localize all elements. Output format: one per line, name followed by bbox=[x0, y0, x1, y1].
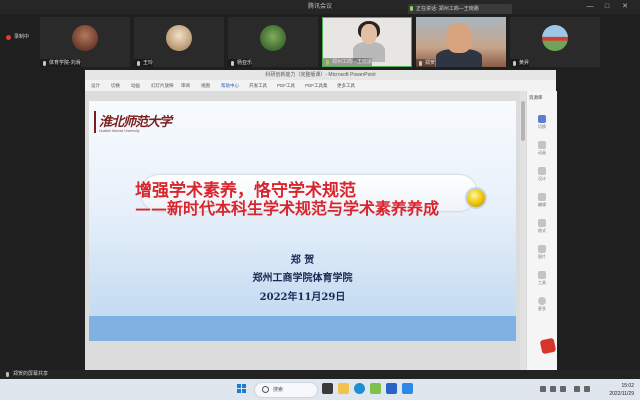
logo-seal-mark bbox=[94, 111, 104, 133]
search-placeholder: 搜索 bbox=[273, 387, 284, 393]
task-pane-item[interactable]: 动画 bbox=[533, 141, 551, 157]
recording-indicator[interactable]: 录制中 bbox=[6, 32, 29, 42]
task-pane-header: 资源库 bbox=[529, 95, 543, 100]
app-icon[interactable] bbox=[370, 383, 381, 394]
windows-start-icon[interactable] bbox=[237, 384, 247, 394]
ime-icon[interactable] bbox=[560, 386, 566, 392]
gold-orb-icon bbox=[465, 187, 487, 209]
system-clock[interactable]: 15:02 2022/11/29 bbox=[598, 380, 638, 400]
more-icon bbox=[538, 297, 546, 305]
ribbon-tab[interactable]: 切换 bbox=[111, 80, 120, 91]
task-pane-item[interactable]: 编辑 bbox=[533, 193, 551, 209]
image-icon bbox=[538, 245, 546, 253]
slide-canvas: 淮北师范大学 Huaibei Normal University 增强学术素养，… bbox=[85, 91, 520, 372]
clock-time: 15:02 bbox=[621, 383, 634, 389]
participant-tile[interactable]: 体育学院-刘滑 bbox=[40, 17, 130, 67]
participant-name: 体育学院-刘滑 bbox=[40, 59, 81, 67]
search-icon bbox=[262, 386, 269, 393]
task-pane-item[interactable]: 更多 bbox=[533, 297, 551, 313]
participant-name: 黄昇 bbox=[510, 59, 530, 67]
taskbar-search-box[interactable]: 搜索 bbox=[254, 382, 318, 398]
task-view-icon[interactable] bbox=[322, 383, 333, 394]
wifi-icon[interactable] bbox=[574, 386, 580, 392]
avatar bbox=[260, 25, 286, 51]
participant-tile-active-speaker[interactable]: 郑州工商—王晓娜 bbox=[322, 17, 412, 67]
mic-muted-icon bbox=[419, 60, 422, 66]
slide-bottom-band bbox=[89, 316, 516, 341]
slide-subtitle: ——新时代本科生学术规范与学术素养养成 bbox=[135, 199, 440, 218]
ribbon-tab[interactable]: 帮助中心 bbox=[221, 80, 239, 91]
task-pane-item[interactable]: 设计 bbox=[533, 167, 551, 183]
microphone-icon bbox=[326, 59, 329, 65]
ribbon-tab[interactable]: 更多工具 bbox=[337, 80, 355, 91]
logo-calligraphy: 淮北师范大学 bbox=[99, 115, 172, 130]
task-pane-item[interactable]: 图片 bbox=[533, 245, 551, 261]
avatar bbox=[72, 25, 98, 51]
edit-icon bbox=[538, 193, 546, 201]
mic-muted-icon bbox=[137, 60, 140, 66]
speaking-text: 正在讲话: 郑州工商—王晓娜 bbox=[416, 6, 479, 12]
task-pane-item[interactable]: 切换 bbox=[533, 115, 551, 131]
right-task-pane: 资源库 切换 动画 设计 编辑 格式 图片 工具 更多 bbox=[526, 91, 557, 372]
powerpoint-window: 科研创新能力（完整版课）- Microsoft PowerPoint 设计 切换… bbox=[85, 70, 557, 382]
task-pane-item[interactable]: 工具 bbox=[533, 271, 551, 287]
presentation-date: 2022年11月29日 bbox=[259, 292, 346, 303]
participant-video-face bbox=[361, 24, 377, 44]
file-explorer-icon[interactable] bbox=[338, 383, 349, 394]
ribbon-tab[interactable]: 幻灯片放映 bbox=[151, 80, 174, 91]
tray-chevron-icon[interactable] bbox=[540, 386, 546, 392]
record-dot-icon bbox=[6, 35, 11, 40]
red-gift-icon[interactable] bbox=[539, 337, 557, 355]
participant-tile[interactable]: 王玲 bbox=[134, 17, 224, 67]
participant-name: 王玲 bbox=[134, 59, 154, 67]
slide[interactable]: 淮北师范大学 Huaibei Normal University 增强学术素养，… bbox=[89, 101, 516, 341]
tray-app-icon[interactable] bbox=[550, 386, 556, 392]
scroll-thumb[interactable] bbox=[521, 101, 525, 141]
clock-date: 2022/11/29 bbox=[609, 391, 634, 397]
microphone-icon bbox=[6, 372, 9, 377]
screen-share-label: 郑贺的屏幕共享 bbox=[6, 370, 48, 379]
maximize-button[interactable]: □ bbox=[602, 2, 612, 12]
animation-icon bbox=[538, 141, 546, 149]
volume-icon[interactable] bbox=[584, 386, 590, 392]
author-organization: 郑州工商学院体育学院 bbox=[252, 273, 353, 284]
speaking-indicator: 正在讲话: 郑州工商—王晓娜 bbox=[408, 4, 512, 14]
ribbon-tab[interactable]: 动画 bbox=[131, 80, 140, 91]
mic-muted-icon bbox=[43, 60, 46, 66]
participant-tile[interactable]: 杨亚乐 bbox=[228, 17, 318, 67]
meeting-app-icon[interactable] bbox=[402, 383, 413, 394]
avatar bbox=[542, 25, 568, 51]
ppt-window-title: 科研创新能力（完整版课）- Microsoft PowerPoint bbox=[85, 70, 556, 80]
edge-browser-icon[interactable] bbox=[354, 383, 365, 394]
ribbon-tab[interactable]: 视图 bbox=[201, 80, 210, 91]
mic-muted-icon bbox=[513, 60, 516, 66]
screen-share-bar bbox=[0, 370, 640, 379]
author-name: 郑 贺 bbox=[290, 255, 315, 266]
avatar bbox=[166, 25, 192, 51]
ribbon-tab[interactable]: 审阅 bbox=[181, 80, 190, 91]
meeting-app-title: 腾讯会议 bbox=[307, 4, 332, 10]
participant-name: 郑州工商—王晓娜 bbox=[323, 58, 373, 66]
ribbon-tab[interactable]: PDF工具 bbox=[277, 80, 295, 91]
transition-icon bbox=[538, 115, 546, 123]
participant-name: 杨亚乐 bbox=[228, 59, 253, 67]
participant-name: 郑贺 bbox=[416, 59, 436, 67]
tools-icon bbox=[538, 271, 546, 279]
design-icon bbox=[538, 167, 546, 175]
microphone-icon bbox=[410, 6, 413, 11]
ribbon-tab[interactable]: 设计 bbox=[91, 80, 100, 91]
university-logo: 淮北师范大学 Huaibei Normal University bbox=[94, 111, 173, 133]
format-icon bbox=[538, 219, 546, 227]
minimize-button[interactable]: — bbox=[585, 2, 595, 12]
task-pane-item[interactable]: 格式 bbox=[533, 219, 551, 235]
ribbon-tab[interactable]: PDF工具集 bbox=[305, 80, 328, 91]
participant-tile[interactable]: 郑贺 bbox=[416, 17, 506, 67]
participant-tile[interactable]: 黄昇 bbox=[510, 17, 600, 67]
app-icon[interactable] bbox=[386, 383, 397, 394]
close-button[interactable]: ✕ bbox=[620, 2, 630, 12]
participant-video-face bbox=[446, 23, 472, 53]
recording-label: 录制中 bbox=[14, 34, 30, 40]
ribbon-tab[interactable]: 开发工具 bbox=[249, 80, 267, 91]
mic-muted-icon bbox=[231, 60, 234, 66]
